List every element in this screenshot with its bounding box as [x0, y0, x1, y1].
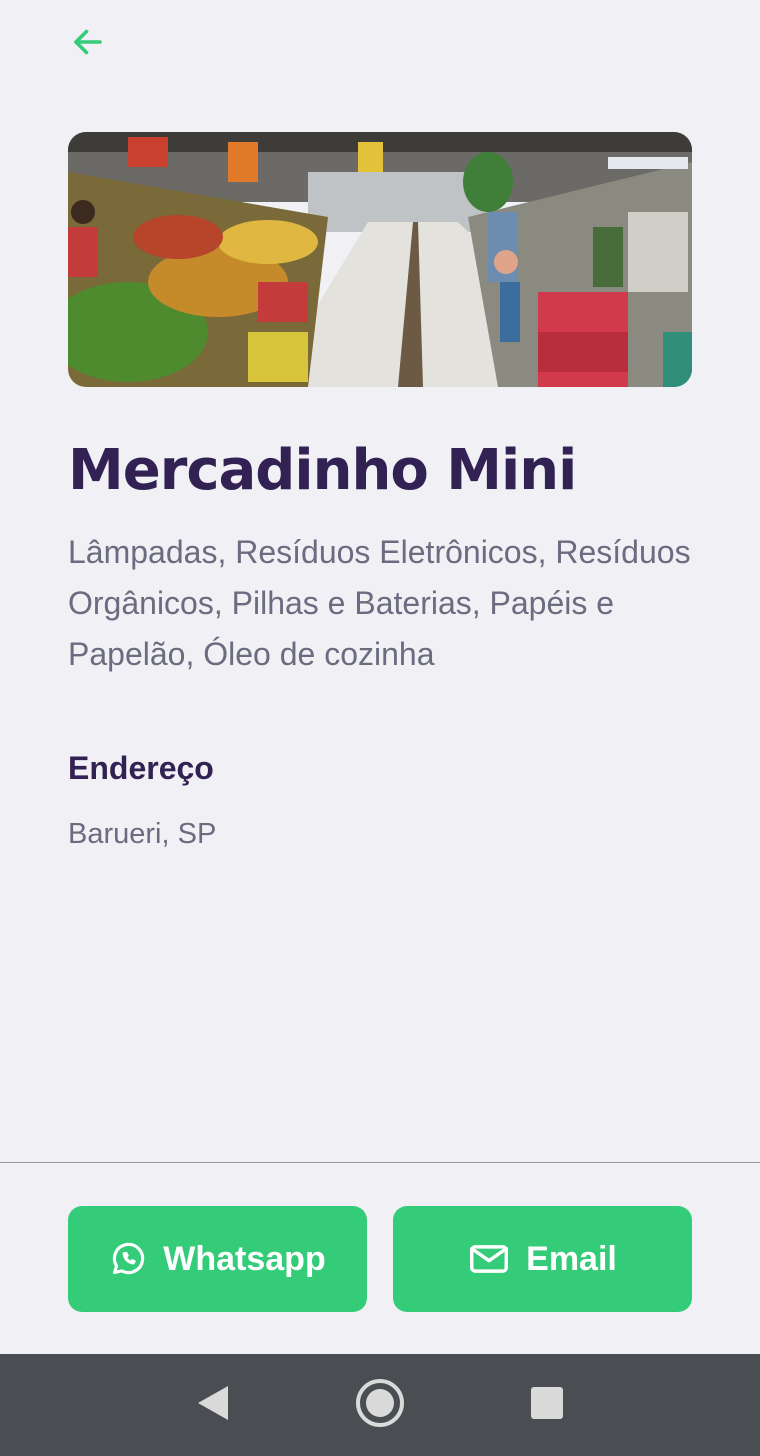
- whatsapp-label: Whatsapp: [163, 1239, 326, 1278]
- point-items: Lâmpadas, Resíduos Eletrônicos, Resíduos…: [68, 534, 691, 672]
- android-nav-bar: [0, 1354, 760, 1456]
- nav-recents-icon: [530, 1386, 564, 1425]
- point-image: [68, 132, 692, 387]
- nav-back-icon: [196, 1384, 230, 1427]
- email-button[interactable]: Email: [393, 1206, 692, 1312]
- nav-home-icon: [355, 1378, 405, 1433]
- address-title: Endereço: [68, 750, 214, 786]
- arrow-left-icon: [70, 24, 106, 65]
- nav-home-button[interactable]: [350, 1375, 410, 1435]
- nav-recents-button[interactable]: [517, 1375, 577, 1435]
- nav-back-button[interactable]: [183, 1375, 243, 1435]
- mail-icon: [468, 1240, 510, 1278]
- address-value: Barueri, SP: [68, 818, 217, 850]
- whatsapp-icon: [109, 1240, 147, 1278]
- whatsapp-button[interactable]: Whatsapp: [68, 1206, 367, 1312]
- email-label: Email: [526, 1239, 617, 1278]
- point-name: Mercadinho Mini: [68, 438, 577, 503]
- back-button[interactable]: [68, 24, 108, 64]
- footer: Whatsapp Email: [0, 1162, 760, 1354]
